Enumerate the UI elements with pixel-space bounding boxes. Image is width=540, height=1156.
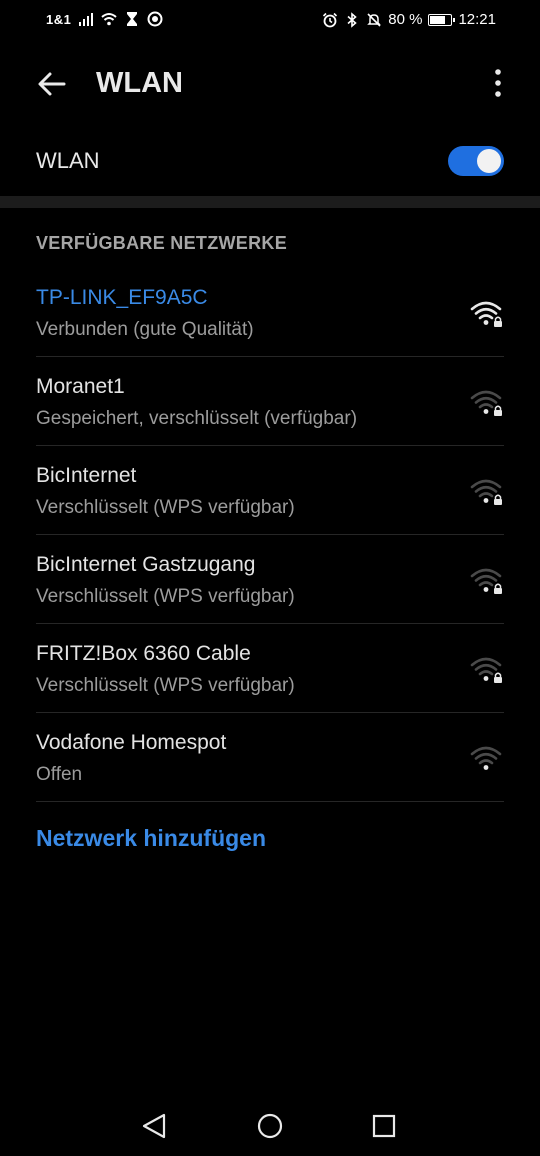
back-triangle-icon[interactable] [132,1104,176,1148]
wifi-lock-icon [470,657,502,683]
network-name: TP-LINK_EF9A5C [36,286,208,309]
network-name: BicInternet Gastzugang [36,553,256,576]
network-item[interactable]: BicInternet Verschlüsselt (WPS verfügbar) [0,446,540,535]
network-item[interactable]: TP-LINK_EF9A5C Verbunden (gute Qualität) [0,268,540,357]
alarm-icon [323,12,338,27]
wifi-lock-icon [470,301,502,327]
network-list: TP-LINK_EF9A5C Verbunden (gute Qualität) M… [0,268,540,802]
page-title: WLAN [96,67,183,99]
network-name: Moranet1 [36,375,125,398]
arrow-left-icon[interactable] [34,66,70,102]
wifi-lock-icon [470,479,502,505]
divider [36,801,504,802]
wlan-switch[interactable] [448,146,504,176]
battery-level-fill [430,15,446,24]
network-name: BicInternet [36,464,137,487]
bluetooth-icon [347,11,357,28]
cell-signal-icon [79,13,94,26]
battery-percent: 80 % [388,11,423,28]
network-status: Verbunden (gute Qualität) [36,319,254,340]
more-vert-icon[interactable] [486,66,510,102]
wifi-lock-icon [470,390,502,416]
network-item[interactable]: Moranet1 Gespeichert, verschlüsselt (verf… [0,357,540,446]
wifi-lock-icon [470,568,502,594]
add-network-button[interactable]: Netzwerk hinzufügen [36,825,266,852]
status-bar: 1&1 80 % 12:21 [0,0,540,40]
navigation-bar [0,1096,540,1156]
switch-knob [477,149,501,173]
network-name: FRITZ!Box 6360 Cable [36,642,251,665]
section-divider [0,196,540,208]
network-status: Verschlüsselt (WPS verfügbar) [36,675,295,696]
app-bar: WLAN [0,48,540,118]
network-status: Gespeichert, verschlüsselt (verfügbar) [36,408,358,429]
home-circle-icon[interactable] [248,1104,292,1148]
notifications-off-icon [367,12,382,27]
network-item[interactable]: FRITZ!Box 6360 Cable Verschlüsselt (WPS v… [0,624,540,713]
network-item[interactable]: Vodafone Homespot Offen [0,713,540,802]
wifi-icon [470,746,502,770]
wlan-toggle-label: WLAN [36,148,100,173]
hourglass-icon [127,12,138,26]
status-right: 80 % 12:21 [322,11,496,28]
network-status: Verschlüsselt (WPS verfügbar) [36,586,295,607]
recents-square-icon[interactable] [362,1104,406,1148]
wlan-toggle-row[interactable]: WLAN [0,126,540,196]
carrier-label: 1&1 [46,11,72,27]
network-item[interactable]: BicInternet Gastzugang Verschlüsselt (WPS… [0,535,540,624]
wifi-status-icon [101,13,118,26]
network-status: Offen [36,764,83,785]
network-name: Vodafone Homespot [36,731,227,754]
battery-icon [428,13,456,26]
data-saver-icon [147,11,163,27]
network-status: Verschlüsselt (WPS verfügbar) [36,497,295,518]
available-networks-header: VERFÜGBARE NETZWERKE [36,233,288,253]
clock: 12:21 [458,11,496,28]
status-left: 1&1 [46,11,163,27]
